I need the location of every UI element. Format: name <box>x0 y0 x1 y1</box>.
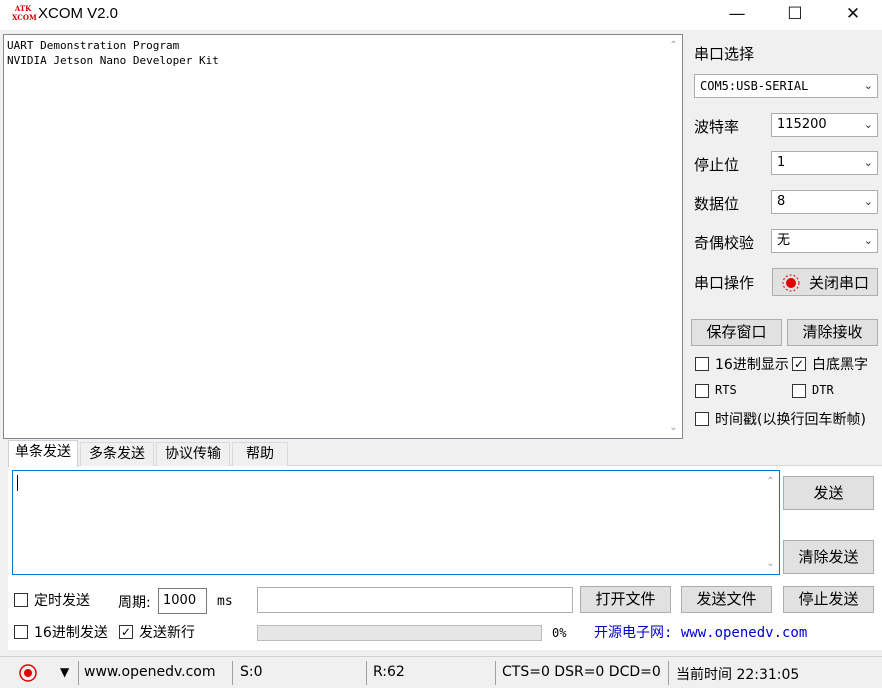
stop-bits-label: 停止位 <box>694 156 740 174</box>
send-textarea[interactable]: ⌃ ⌄ <box>12 470 780 575</box>
hex-display-checkbox[interactable] <box>695 357 709 371</box>
white-bg-checkbox[interactable]: ✓ <box>792 357 806 371</box>
close-button[interactable]: ✕ <box>824 0 882 30</box>
file-path-input[interactable] <box>257 587 573 613</box>
status-bar: ▼ www.openedv.com S:0 R:62 CTS=0 DSR=0 D… <box>0 656 882 688</box>
send-progress-bar <box>257 625 542 641</box>
scroll-up-icon[interactable]: ⌃ <box>665 37 682 54</box>
period-unit: ms <box>217 594 233 609</box>
scroll-down-icon[interactable]: ⌄ <box>762 555 779 572</box>
status-time: 当前时间 22:31:05 <box>676 667 800 683</box>
dtr-checkbox[interactable] <box>792 384 806 398</box>
data-bits-label: 数据位 <box>694 195 740 213</box>
record-status-icon[interactable] <box>18 663 38 683</box>
status-lines: CTS=0 DSR=0 DCD=0 <box>502 664 661 680</box>
clear-receive-button[interactable]: 清除接收 <box>787 319 878 346</box>
baud-label: 波特率 <box>694 118 740 136</box>
port-select[interactable]: COM5:USB-SERIAL ⌄ <box>694 74 878 98</box>
hex-display-label: 16进制显示 <box>715 357 789 373</box>
text-cursor <box>17 475 18 491</box>
open-file-button[interactable]: 打开文件 <box>580 586 671 613</box>
status-url[interactable]: www.openedv.com <box>84 664 216 680</box>
baud-value: 115200 <box>777 117 827 132</box>
timed-send-label: 定时发送 <box>34 593 90 609</box>
data-bits-select[interactable]: 8 ⌄ <box>771 190 878 214</box>
port-value: COM5:USB-SERIAL <box>700 79 809 93</box>
timestamp-checkbox[interactable] <box>695 412 709 426</box>
white-bg-label: 白底黑字 <box>812 357 868 373</box>
rts-checkbox[interactable] <box>695 384 709 398</box>
status-separator <box>668 661 669 685</box>
hex-send-checkbox[interactable] <box>14 625 28 639</box>
close-port-label: 关闭串口 <box>809 274 870 292</box>
status-received: R:62 <box>373 664 405 680</box>
chevron-down-icon: ⌄ <box>863 156 873 169</box>
parity-label: 奇偶校验 <box>694 234 755 252</box>
receive-textarea[interactable]: UART Demonstration Program NVIDIA Jetson… <box>3 34 683 439</box>
parity-select[interactable]: 无 ⌄ <box>771 229 878 253</box>
maximize-button[interactable]: ☐ <box>766 0 824 30</box>
rts-label: RTS <box>715 383 737 397</box>
tab-help[interactable]: 帮助 <box>232 442 288 466</box>
status-separator <box>495 661 496 685</box>
site-banner-box: 开源电子网: www.openedv.com <box>580 617 875 647</box>
hex-send-label: 16进制发送 <box>34 625 108 641</box>
timed-send-checkbox[interactable] <box>14 593 28 607</box>
status-separator <box>78 661 79 685</box>
chevron-down-icon: ⌄ <box>863 195 873 208</box>
status-sent: S:0 <box>240 664 263 680</box>
send-file-button[interactable]: 发送文件 <box>681 586 772 613</box>
scroll-up-icon[interactable]: ⌃ <box>762 473 779 490</box>
period-input[interactable]: 1000 <box>158 588 207 614</box>
send-scrollbar[interactable]: ⌃ ⌄ <box>762 471 779 574</box>
baud-select[interactable]: 115200 ⌄ <box>771 113 878 137</box>
receive-text: UART Demonstration Program NVIDIA Jetson… <box>7 39 219 67</box>
send-button[interactable]: 发送 <box>783 476 874 510</box>
stop-bits-value: 1 <box>777 155 786 170</box>
scroll-down-icon[interactable]: ⌄ <box>665 419 682 436</box>
minimize-button[interactable]: — <box>708 0 766 30</box>
send-newline-checkbox[interactable]: ✓ <box>119 625 133 639</box>
port-label: 串口选择 <box>694 45 755 63</box>
dtr-label: DTR <box>812 383 834 397</box>
status-separator <box>366 661 367 685</box>
port-op-label: 串口操作 <box>694 274 755 292</box>
caret-down-icon[interactable]: ▼ <box>60 665 69 679</box>
tab-protocol[interactable]: 协议传输 <box>156 442 230 466</box>
stop-bits-select[interactable]: 1 ⌄ <box>771 151 878 175</box>
site-banner[interactable]: 开源电子网: www.openedv.com <box>594 622 807 642</box>
send-progress-text: 0% <box>552 626 567 640</box>
send-newline-label: 发送新行 <box>139 625 195 641</box>
tab-multi-send[interactable]: 多条发送 <box>80 442 154 466</box>
data-bits-value: 8 <box>777 194 786 209</box>
save-window-button[interactable]: 保存窗口 <box>691 319 782 346</box>
parity-value: 无 <box>777 233 791 248</box>
chevron-down-icon: ⌄ <box>863 79 873 92</box>
stop-send-button[interactable]: 停止发送 <box>783 586 874 613</box>
title-bar: ATK XCOM XCOM V2.0 — ☐ ✕ <box>0 0 882 30</box>
chevron-down-icon: ⌄ <box>863 118 873 131</box>
status-separator <box>232 661 233 685</box>
window-title: XCOM V2.0 <box>38 5 119 22</box>
receive-scrollbar[interactable]: ⌃ ⌄ <box>665 35 682 438</box>
period-label: 周期: <box>118 595 151 611</box>
chevron-down-icon: ⌄ <box>863 234 873 247</box>
timestamp-label: 时间戳(以换行回车断帧) <box>715 412 866 428</box>
tab-single-send[interactable]: 单条发送 <box>8 440 78 467</box>
close-port-button[interactable]: 关闭串口 <box>772 268 878 296</box>
clear-send-button[interactable]: 清除发送 <box>783 540 874 574</box>
app-logo: ATK XCOM <box>12 4 37 22</box>
record-icon <box>782 274 800 292</box>
